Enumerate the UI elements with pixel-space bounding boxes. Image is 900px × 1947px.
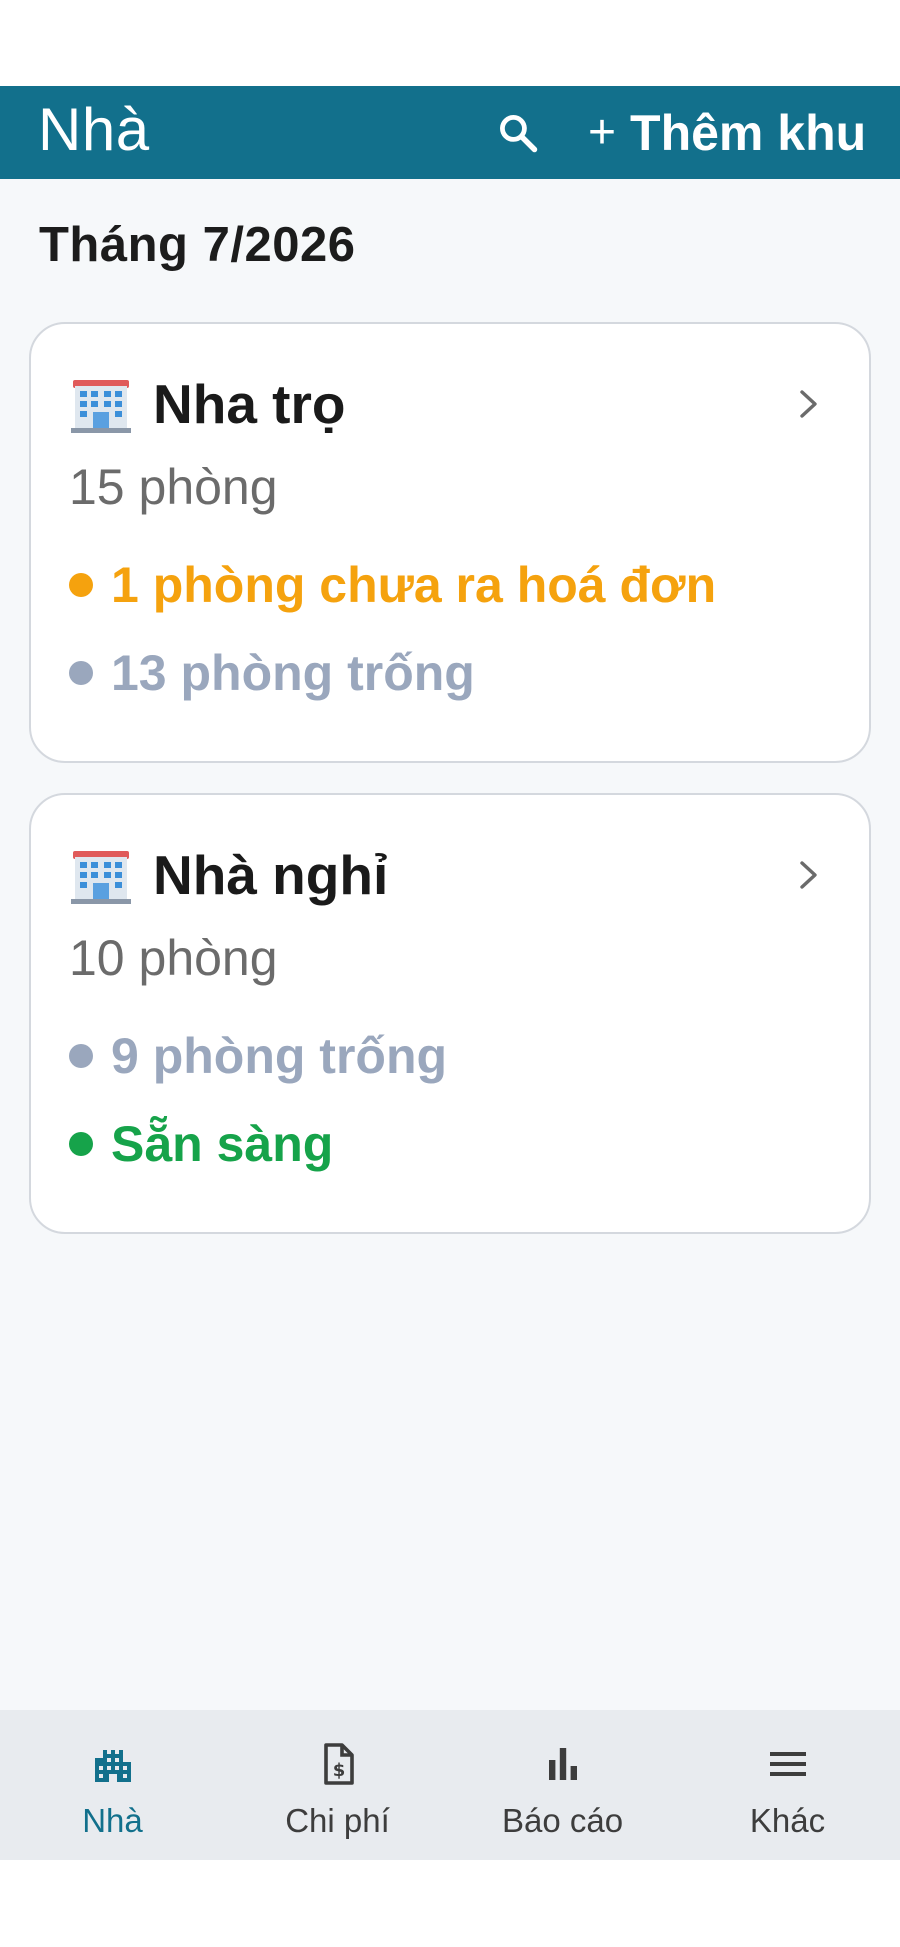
menu-icon xyxy=(769,1752,806,1776)
area-card[interactable]: Nhà nghỉ 10 phòng 9 phòng trống Sẵn sàng xyxy=(29,793,871,1234)
receipt-dollar-icon: $ xyxy=(323,1743,354,1785)
nav-label: Báo cáo xyxy=(501,1802,624,1839)
status-dot xyxy=(69,573,93,597)
office-building-icon xyxy=(71,380,131,433)
svg-text:$: $ xyxy=(332,1760,345,1781)
area-name: Nha trọ xyxy=(153,373,346,435)
app-bar: Nhà + Thêm khu xyxy=(0,86,900,179)
status-line: 9 phòng trống xyxy=(69,1027,447,1085)
area-card[interactable]: Nha trọ 15 phòng 1 phòng chưa ra hoá đơn… xyxy=(29,322,871,763)
chevron-right-icon xyxy=(800,861,817,889)
status-line: 1 phòng chưa ra hoá đơn xyxy=(69,556,716,614)
area-card-header: Nha trọ xyxy=(69,368,346,440)
status-text: Sẵn sàng xyxy=(111,1116,334,1172)
status-text: 9 phòng trống xyxy=(111,1028,448,1084)
add-area-button[interactable]: + Thêm khu xyxy=(588,86,866,179)
nav-item-nha[interactable]: Nhà xyxy=(0,1710,225,1860)
area-card-header: Nhà nghỉ xyxy=(69,839,388,911)
nav-label: Nhà xyxy=(82,1802,143,1839)
search-button[interactable] xyxy=(488,86,548,179)
nav-label: Chi phí xyxy=(285,1802,390,1839)
add-area-label: Thêm khu xyxy=(630,104,867,161)
screen: Nhà + Thêm khu Tháng 7/2026 Nha trọ 15 p… xyxy=(0,0,900,1947)
period-label: Tháng 7/2026 xyxy=(39,218,356,272)
status-text: 1 phòng chưa ra hoá đơn xyxy=(111,557,717,613)
nav-label: Khác xyxy=(749,1802,826,1839)
status-text: 13 phòng trống xyxy=(111,645,475,701)
chevron-right-icon xyxy=(800,390,817,418)
page-title: Nhà xyxy=(38,96,150,163)
bottom-nav: Nhà $ Chi phí Báo cáo Khác xyxy=(0,1710,900,1860)
bar-chart-icon xyxy=(548,1748,577,1780)
main-content: Tháng 7/2026 Nha trọ 15 phòng 1 phòng ch… xyxy=(0,179,900,1710)
plus-icon: + xyxy=(588,106,617,159)
status-dot xyxy=(69,1044,93,1068)
room-count: 10 phòng xyxy=(69,930,278,986)
status-dot xyxy=(69,1132,93,1156)
status-dot xyxy=(69,661,93,685)
status-line: Sẵn sàng xyxy=(69,1115,333,1173)
nav-item-bao-cao[interactable]: Báo cáo xyxy=(450,1710,675,1860)
status-line: 13 phòng trống xyxy=(69,644,475,702)
nav-item-khac[interactable]: Khác xyxy=(675,1710,900,1860)
area-name: Nhà nghỉ xyxy=(153,844,389,906)
nav-item-chi-phi[interactable]: $ Chi phí xyxy=(225,1710,450,1860)
building-icon xyxy=(94,1750,131,1782)
search-icon xyxy=(500,114,538,152)
office-building-icon xyxy=(71,851,131,904)
room-count: 15 phòng xyxy=(69,459,278,515)
